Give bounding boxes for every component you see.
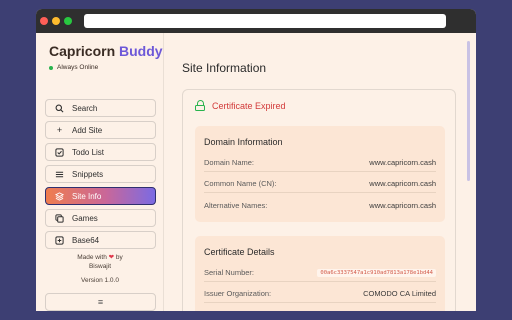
row-value: COMODO CA Limited [363,289,436,298]
page-title: Site Information [182,61,267,75]
info-row: Serial Number: 00a6c3337547a1c910ad7813a… [204,264,436,282]
row-label: Common Name (CN): [204,179,277,188]
row-label: Alternative Names: [204,200,268,210]
version-label: Version 1.0.0 [81,277,119,284]
info-row: Domain Name: www.capricorn.cash [204,154,436,172]
browser-titlebar [36,9,476,33]
section-title: Domain Information [204,137,283,147]
online-status: Always Online [49,64,98,71]
address-bar[interactable] [84,14,446,28]
close-window-icon[interactable] [40,17,48,25]
search-icon [55,104,64,113]
plus-square-icon [55,235,64,245]
layers-icon [55,191,64,201]
by-text: by [115,254,123,261]
info-row: Issuer Organization: COMODO CA Limited [204,285,436,303]
author-name: Biswajit [88,263,112,270]
info-row: Alternative Names: www.capricorn.cash [204,196,436,214]
domain-information-section: Domain Information Domain Name: www.capr… [195,126,445,222]
sidebar-item-label: Add Site [72,125,103,135]
brand-name-buddy: Buddy [119,43,163,59]
sidebar-item-label: Games [72,213,98,223]
sidebar-item-search[interactable]: Search [45,99,156,117]
sidebar-item-add-site[interactable]: + Add Site [45,121,156,139]
made-with-text: Made with [77,254,107,261]
sidebar-item-todo-list[interactable]: Todo List [45,143,156,161]
certificate-details-section: Certificate Details Serial Number: 00a6c… [195,236,445,311]
main-content: Site Information Certificate Expired Dom… [164,33,476,311]
minimize-window-icon[interactable] [52,17,60,25]
site-info-card: Certificate Expired Domain Information D… [182,89,456,311]
sidebar-item-label: Todo List [72,147,105,157]
heart-icon: ❤ [108,254,115,261]
row-value: www.capricorn.cash [369,200,436,210]
sidebar-item-label: Search [72,103,98,113]
brand-name-capricorn: Capricorn [49,43,116,59]
checkbox-icon [55,147,64,157]
sidebar-item-games[interactable]: Games [45,209,156,227]
sidebar-item-label: Snippets [72,169,104,179]
section-title: Certificate Details [204,247,275,257]
row-value: www.capricorn.cash [369,179,436,188]
row-label: Domain Name: [204,158,255,167]
row-label: Serial Number: [204,268,255,277]
menu-button[interactable]: ≡ [45,293,156,311]
sidebar-item-base64[interactable]: Base64 [45,231,156,249]
maximize-window-icon[interactable] [64,17,72,25]
menu-icon: ≡ [97,297,104,307]
made-with-credit: Made with ❤ by [36,253,164,262]
row-value: www.capricorn.cash [369,158,436,167]
sidebar-item-snippets[interactable]: Snippets [45,165,156,183]
copy-icon [55,213,64,223]
scrollbar[interactable] [467,41,470,181]
lines-icon [55,170,64,179]
plus-icon: + [56,124,63,135]
serial-number-value: 00a6c3337547a1c910ad7813a178e1bd44 [317,268,436,277]
sidebar-item-label: Site Info [72,191,102,201]
sidebar-item-label: Base64 [72,235,100,245]
row-label: Issuer Organization: [204,289,272,298]
unlock-icon [195,100,205,111]
online-dot-icon [49,65,53,70]
app-title: Capricorn Buddy🦒 [49,43,178,59]
status-text: Always Online [57,64,99,71]
sidebar: Capricorn Buddy🦒 Always Online Search + … [36,33,178,311]
certificate-status-text: Certificate Expired [212,100,286,111]
sidebar-item-site-info[interactable]: Site Info [45,187,156,205]
extension-window: Capricorn Buddy🦒 Always Online Search + … [36,9,476,311]
certificate-status: Certificate Expired [195,100,286,111]
info-row: Common Name (CN): www.capricorn.cash [204,175,436,193]
